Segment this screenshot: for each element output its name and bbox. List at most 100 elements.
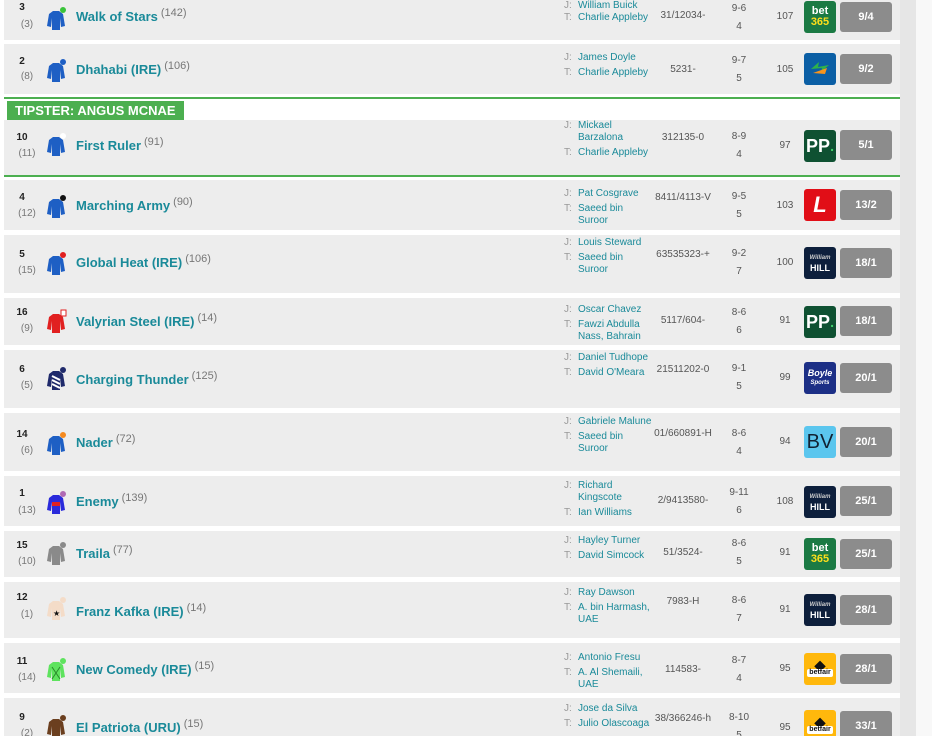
odds-button[interactable]: 33/1 <box>840 711 892 736</box>
runner-number: 15 <box>16 540 28 551</box>
jockey-link[interactable]: Oscar Chavez <box>578 304 641 315</box>
jockey-link[interactable]: Gabriele Malune <box>578 416 652 428</box>
jockey-silks-icon <box>47 7 66 30</box>
odds-button[interactable]: 20/1 <box>840 363 892 393</box>
odds-button[interactable]: 9/2 <box>840 54 892 84</box>
betfair-logo[interactable]: ◆ betfair <box>804 653 836 685</box>
horse-name-link[interactable]: Dhahabi (IRE) (106) <box>76 60 190 77</box>
boylesports-logo[interactable]: Boyle Sports <box>804 362 836 394</box>
paddypower-pp-logo[interactable]: PP. <box>804 306 836 338</box>
horse-name-link[interactable]: Charging Thunder (125) <box>76 370 217 387</box>
trainer-link[interactable]: A. Al Shemaili, UAE <box>578 667 652 691</box>
trainer-link[interactable]: Charlie Appleby <box>578 67 652 79</box>
official-rating: 91 <box>779 604 791 615</box>
trainer-link[interactable]: Charlie Appleby <box>578 12 652 24</box>
age-weight: 8-6 6 <box>731 307 747 336</box>
trainer-link[interactable]: Ian Williams <box>578 507 652 519</box>
form-figures: 31/12034- <box>660 10 706 21</box>
odds-button[interactable]: 9/4 <box>840 2 892 32</box>
trainer-link[interactable]: David O'Meara <box>578 367 652 379</box>
jockey-trainer: J: Hayley Turner T: David Simcock <box>564 535 652 562</box>
bet365-logo[interactable]: bet 365 <box>804 1 836 33</box>
runner-row: 16 (9) Valyrian Steel (IRE) (14) J: Oscar … <box>4 298 900 345</box>
odds-button[interactable]: 25/1 <box>840 486 892 516</box>
runner-row: 14 (6) Nader (72) J: Gabriele Malune T: Sae… <box>4 413 900 471</box>
jockey-silks-icon <box>47 195 66 218</box>
jockey-silks-icon <box>47 367 66 390</box>
runner-number: 16 <box>16 307 28 318</box>
runner-number: 12 <box>16 592 28 603</box>
odds-button[interactable]: 18/1 <box>840 306 892 336</box>
williamhill-logo[interactable]: William HILL <box>804 594 836 626</box>
jockey-link[interactable]: Ray Dawson <box>578 587 635 598</box>
tipster-divider <box>4 97 900 99</box>
trainer-link[interactable]: Fawzi Abdulla Nass, Bahrain <box>578 319 652 343</box>
runner-row: 10 (11) First Ruler (91) J: Mickael Barzal… <box>4 120 900 175</box>
runner-number: 4 <box>19 192 25 203</box>
trainer-link[interactable]: A. bin Harmash, UAE <box>578 602 652 626</box>
form-figures: 8411/4113-V <box>655 192 711 203</box>
horse-name-link[interactable]: Walk of Stars (142) <box>76 7 187 24</box>
odds-button[interactable]: 18/1 <box>840 248 892 278</box>
odds-button[interactable]: 20/1 <box>840 427 892 457</box>
official-rating: 94 <box>779 436 791 447</box>
trainer-link[interactable]: David Simcock <box>578 550 652 562</box>
jockey-link[interactable]: Hayley Turner <box>578 535 640 546</box>
official-rating: 107 <box>776 11 794 22</box>
trainer-link[interactable]: Charlie Appleby <box>578 147 652 159</box>
jockey-silks-icon: ★ <box>47 597 66 620</box>
jockey-trainer: J: Gabriele Malune T: Saeed bin Suroor <box>564 416 652 455</box>
odds-button[interactable]: 28/1 <box>840 595 892 625</box>
runner-number: 14 <box>16 429 28 440</box>
trainer-link[interactable]: Julio Olascoaga <box>578 718 652 730</box>
form-figures: 63535323-+ <box>656 249 710 260</box>
paddypower-logo[interactable] <box>804 53 836 85</box>
form-figures: 38/366246-h <box>654 713 712 724</box>
jockey-link[interactable]: James Doyle <box>578 52 636 63</box>
odds-button[interactable]: 5/1 <box>840 130 892 160</box>
jockey-link[interactable]: William Buick <box>578 0 637 11</box>
jockey-link[interactable]: Mickael Barzalona <box>578 120 652 144</box>
horse-name-link[interactable]: Global Heat (IRE) (106) <box>76 253 211 270</box>
age-weight: 9-11 6 <box>729 487 749 516</box>
jockey-silks-icon <box>47 59 66 82</box>
horse-name-link[interactable]: First Ruler (91) <box>76 136 164 153</box>
svg-text:★: ★ <box>53 609 60 618</box>
ladbrokes-logo[interactable]: L <box>804 189 836 221</box>
official-rating: 99 <box>779 372 791 383</box>
horse-name-link[interactable]: Traila (77) <box>76 544 133 561</box>
horse-name-link[interactable]: Enemy (139) <box>76 492 147 509</box>
williamhill-logo[interactable]: William HILL <box>804 486 836 518</box>
trainer-link[interactable]: Saeed bin Suroor <box>578 252 652 276</box>
horse-name-link[interactable]: New Comedy (IRE) (15) <box>76 660 214 677</box>
horse-name-link[interactable]: Nader (72) <box>76 433 135 450</box>
jockey-link[interactable]: Louis Steward <box>578 237 652 249</box>
jockey-trainer: J: William Buick T: Charlie Appleby <box>564 0 652 24</box>
odds-button[interactable]: 28/1 <box>840 654 892 684</box>
jockey-link[interactable]: Pat Cosgrave <box>578 188 639 199</box>
williamhill-logo[interactable]: William HILL <box>804 247 836 279</box>
jockey-silks-icon <box>47 252 66 275</box>
betvictor-logo[interactable]: BV <box>804 426 836 458</box>
age-weight: 9-7 5 <box>731 55 747 84</box>
jockey-link[interactable]: Jose da Silva <box>578 703 637 714</box>
odds-button[interactable]: 13/2 <box>840 190 892 220</box>
runner-row: 11 (14) New Comedy (IRE) (15) J: Antonio F… <box>4 643 900 693</box>
bet365-logo[interactable]: bet 365 <box>804 538 836 570</box>
trainer-link[interactable]: Saeed bin Suroor <box>578 431 652 455</box>
odds-button[interactable]: 25/1 <box>840 539 892 569</box>
jockey-silks-icon <box>47 542 66 565</box>
paddypower-pp-logo[interactable]: PP. <box>804 130 836 162</box>
runner-row: 12 (1) ★ Franz Kafka (IRE) (14) J: Ray Daw… <box>4 582 900 638</box>
horse-name-link[interactable]: Franz Kafka (IRE) (14) <box>76 602 206 619</box>
runner-number: 2 <box>19 56 25 67</box>
jockey-link[interactable]: Daniel Tudhope <box>578 352 652 364</box>
jockey-link[interactable]: Richard Kingscote <box>578 480 652 504</box>
trainer-link[interactable]: Saeed bin Suroor <box>578 203 652 227</box>
scrollbar-track[interactable] <box>900 0 916 736</box>
betfair-logo[interactable]: ◆ betfair <box>804 710 836 736</box>
jockey-link[interactable]: Antonio Fresu <box>578 652 640 663</box>
horse-name-link[interactable]: Valyrian Steel (IRE) (14) <box>76 312 217 329</box>
horse-name-link[interactable]: Marching Army (90) <box>76 196 193 213</box>
horse-name-link[interactable]: El Patriota (URU) (15) <box>76 718 203 735</box>
